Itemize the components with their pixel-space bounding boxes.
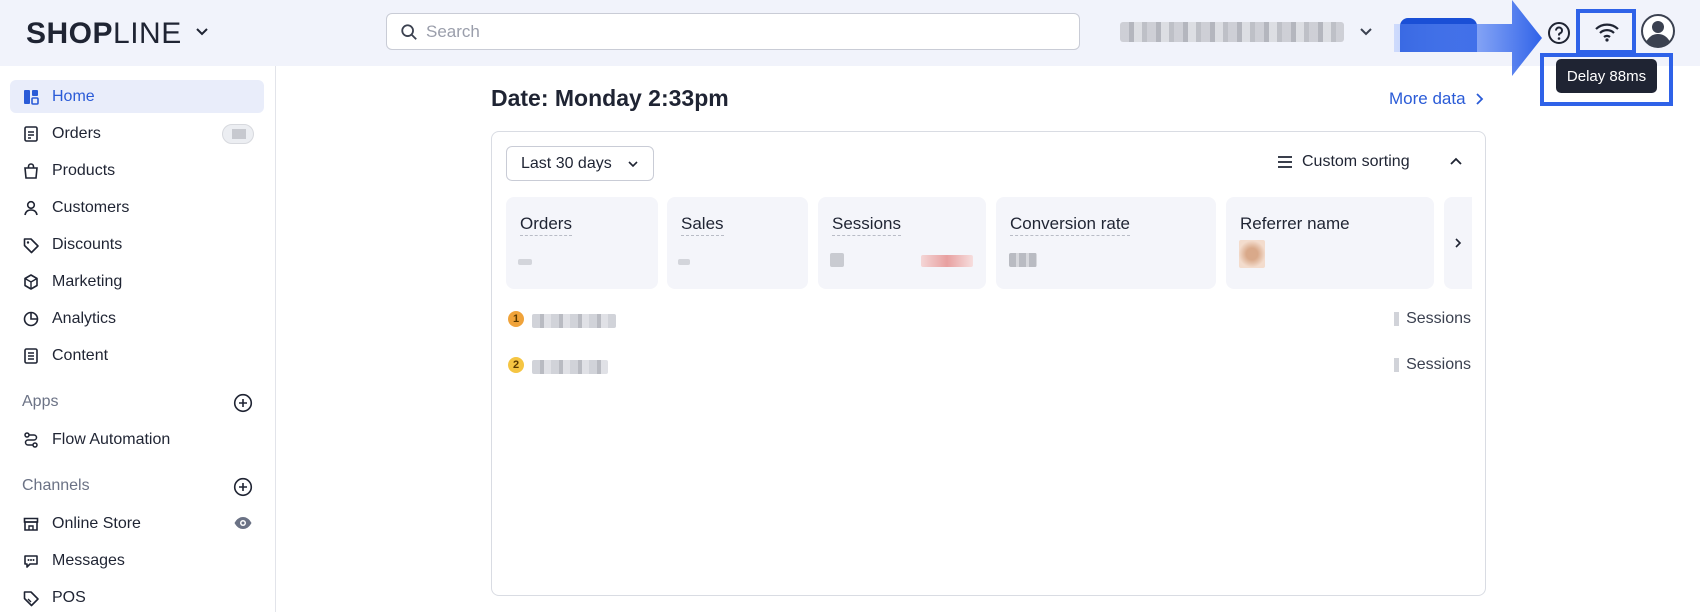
metric-label: Sessions (832, 214, 901, 236)
cube-icon (24, 273, 38, 290)
metric-label: Referrer name (1240, 214, 1350, 233)
referrer-name-blurred (532, 314, 616, 328)
person-icon (24, 200, 38, 215)
add-channel-icon[interactable] (233, 477, 253, 497)
more-data-label: More data (1389, 89, 1466, 108)
sidebar-item-label: Content (52, 346, 109, 364)
pointer-arrow-icon (1394, 0, 1542, 76)
referrer-image-blurred (1239, 240, 1265, 268)
sidebar-item-analytics[interactable]: Analytics (10, 302, 264, 335)
add-app-icon[interactable] (233, 393, 253, 413)
flow-icon (24, 431, 38, 448)
date-range-label: Last 30 days (521, 154, 612, 172)
sidebar-item-label: Home (52, 87, 95, 105)
document-icon (24, 347, 38, 364)
top-bar: SHOP LINE (0, 0, 1700, 76)
bag-icon (24, 162, 38, 179)
eye-icon[interactable] (233, 513, 253, 533)
wifi-icon (1595, 23, 1619, 42)
metric-label: Orders (520, 214, 572, 236)
network-status-button[interactable] (1576, 9, 1636, 54)
sidebar-item-label: Analytics (52, 309, 117, 327)
sidebar-item-content[interactable]: Content (10, 339, 264, 372)
chevron-down-icon[interactable] (192, 22, 212, 42)
sessions-value: Sessions (1394, 356, 1471, 374)
sidebar-item-online-store[interactable]: Online Store (10, 507, 264, 540)
chevron-right-icon (1455, 238, 1462, 248)
sidebar-item-label: Marketing (52, 272, 123, 290)
sidebar: Home Orders Products Customers Discounts… (0, 66, 276, 612)
sidebar-item-label: Flow Automation (52, 430, 171, 448)
metric-card-referrer-name[interactable]: Referrer name (1226, 197, 1434, 289)
search-bar[interactable] (386, 13, 1080, 50)
page-title: Date: Monday 2:33pm (491, 85, 729, 111)
menu-lines-icon (1278, 156, 1292, 168)
metric-value-blurred (518, 259, 532, 265)
orders-icon (24, 125, 38, 142)
metric-card-sales[interactable]: Sales (667, 197, 808, 289)
chat-icon (24, 554, 38, 568)
channels-section-title: Channels (22, 477, 90, 494)
metric-trend-blurred (921, 255, 973, 267)
referrer-name-blurred (532, 360, 608, 374)
store-name-blurred[interactable] (1120, 22, 1344, 42)
chevron-up-icon[interactable] (1448, 154, 1464, 170)
sidebar-item-products[interactable]: Products (10, 154, 264, 187)
sessions-value: Sessions (1394, 310, 1471, 328)
help-icon[interactable] (1546, 20, 1572, 46)
home-icon (24, 89, 39, 105)
metric-card-sessions[interactable]: Sessions (818, 197, 986, 289)
sidebar-item-pos[interactable]: POS (10, 581, 264, 612)
sidebar-item-label: Messages (52, 551, 125, 569)
analytics-panel: Last 30 days Custom sorting Orders Sales… (491, 131, 1486, 596)
more-data-link[interactable]: More data (1389, 89, 1486, 109)
rank-badge: 2 (508, 357, 524, 373)
avatar-icon[interactable] (1641, 14, 1675, 48)
sidebar-item-label: Discounts (52, 235, 123, 253)
rank-badge: 1 (508, 311, 524, 327)
metric-cards-next-button[interactable] (1444, 197, 1472, 289)
store-icon (23, 517, 39, 531)
sidebar-item-flow-automation[interactable]: Flow Automation (10, 423, 264, 456)
orders-count-badge (222, 124, 254, 144)
metric-label: Conversion rate (1010, 214, 1131, 236)
sidebar-item-label: Online Store (52, 514, 141, 532)
search-icon (401, 23, 417, 40)
list-item[interactable]: 2 Sessions (508, 354, 1471, 378)
sidebar-item-label: Customers (52, 198, 130, 216)
sidebar-item-home[interactable]: Home (10, 80, 264, 113)
delay-tooltip: Delay 88ms (1556, 59, 1657, 93)
sidebar-item-label: POS (52, 588, 86, 606)
sidebar-item-label: Products (52, 161, 116, 179)
list-item[interactable]: 1 Sessions (508, 308, 1471, 332)
store-chevron-down-icon[interactable] (1356, 22, 1376, 42)
sidebar-item-messages[interactable]: Messages (10, 544, 264, 577)
metric-value-blurred (830, 253, 844, 267)
sidebar-item-marketing[interactable]: Marketing (10, 265, 264, 298)
sidebar-item-customers[interactable]: Customers (10, 191, 264, 224)
chevron-right-icon (1475, 93, 1483, 105)
sidebar-item-label: Orders (52, 124, 101, 142)
shopline-logo[interactable]: SHOP LINE (26, 17, 182, 51)
metric-card-orders[interactable]: Orders (506, 197, 658, 289)
sidebar-item-orders[interactable]: Orders (10, 117, 264, 150)
custom-sorting-button[interactable]: Custom sorting (1276, 153, 1410, 171)
search-input[interactable] (426, 21, 1026, 42)
metric-label: Sales (681, 214, 724, 236)
pie-chart-icon (23, 311, 39, 326)
tag-icon (23, 237, 39, 253)
metric-card-conversion-rate[interactable]: Conversion rate (996, 197, 1216, 289)
pos-tag-icon (23, 590, 39, 606)
date-range-dropdown[interactable]: Last 30 days (506, 146, 654, 181)
custom-sorting-label: Custom sorting (1302, 153, 1410, 170)
sidebar-item-discounts[interactable]: Discounts (10, 228, 264, 261)
apps-section-title: Apps (22, 393, 59, 410)
chevron-down-icon (628, 160, 638, 167)
metric-value-blurred (1009, 253, 1037, 267)
metric-value-blurred (678, 259, 690, 265)
